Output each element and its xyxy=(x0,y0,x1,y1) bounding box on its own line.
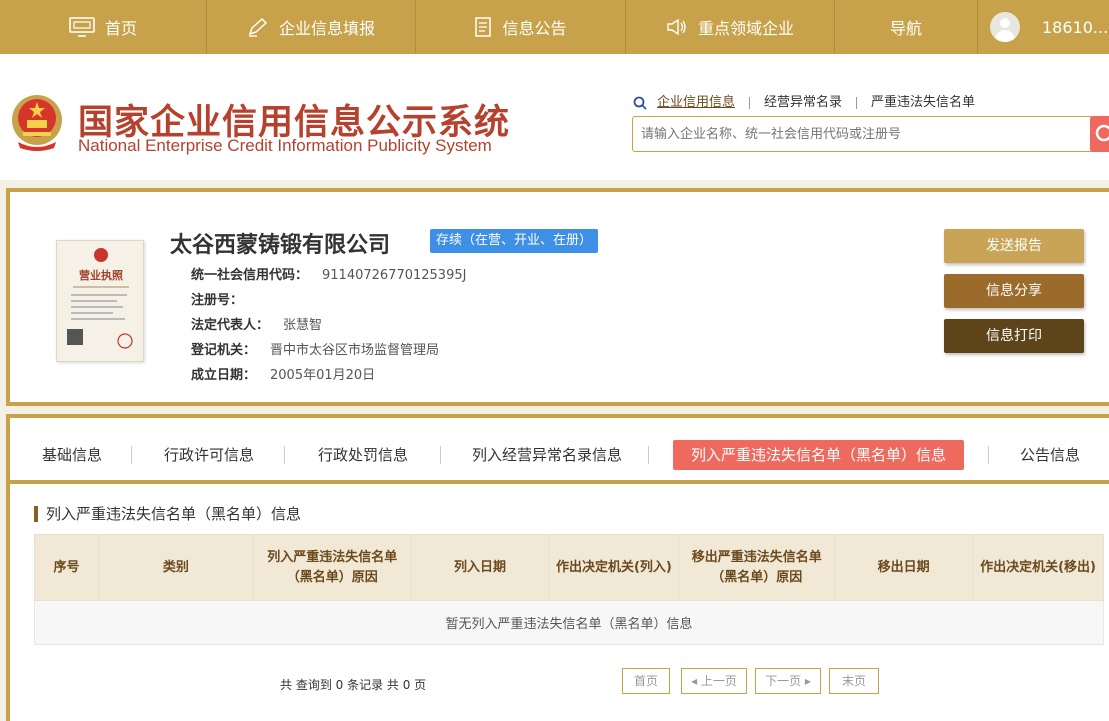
pager-next-button[interactable]: 下一页 ▸ xyxy=(755,668,821,694)
nav-home[interactable]: 首页 xyxy=(0,0,207,54)
column-header: 类别 xyxy=(97,534,254,601)
column-header: 作出决定机关(移出) xyxy=(972,534,1104,601)
avatar xyxy=(990,12,1020,42)
info-tabbar: 基础信息 行政许可信息 行政处罚信息 列入经营异常名录信息 列入严重违法失信名单… xyxy=(10,418,1109,484)
tab-divider xyxy=(131,446,132,464)
nav-navigation-label: 导航 xyxy=(889,19,922,38)
column-header: 列入日期 xyxy=(410,534,550,601)
column-header: 移出严重违法失信名单（黑名单）原因 xyxy=(678,534,836,601)
send-report-button[interactable]: 发送报告 xyxy=(944,229,1084,263)
search-input[interactable] xyxy=(632,116,1109,152)
pen-icon xyxy=(247,17,269,37)
search-type-tabs: 企业信用信息 经营异常名录 严重违法失信名单 xyxy=(633,96,989,110)
info-established-date: 成立日期： 2005年01月20日 xyxy=(191,368,376,383)
tab-admin-license[interactable]: 行政许可信息 xyxy=(164,440,254,470)
section-title: 列入严重违法失信名单（黑名单）信息 xyxy=(34,506,301,522)
search-button-icon xyxy=(1095,124,1109,142)
user-menu[interactable]: 18610... xyxy=(978,0,1109,54)
speaker-icon xyxy=(666,18,688,36)
nav-enterprise-fill-label: 企业信息填报 xyxy=(278,19,375,38)
business-license-image: 营业执照 xyxy=(56,240,144,362)
tab-admin-penalty[interactable]: 行政处罚信息 xyxy=(318,440,408,470)
nav-enterprise-fill[interactable]: 企业信息填报 xyxy=(207,0,416,54)
info-registration-authority: 登记机关： 晋中市太谷区市场监督管理局 xyxy=(191,343,440,358)
chevron-right-icon: ▸ xyxy=(804,674,811,688)
blacklist-table: 序号 类别 列入严重违法失信名单（黑名单）原因 列入日期 作出决定机关(列入) … xyxy=(34,534,1104,645)
nav-announcement[interactable]: 信息公告 xyxy=(416,0,626,54)
site-title-english: National Enterprise Credit Information P… xyxy=(78,136,492,155)
status-badge: 存续（在营、开业、在册） xyxy=(430,229,599,253)
pager-prev-button[interactable]: ◂ 上一页 xyxy=(681,668,747,694)
nav-key-enterprise[interactable]: 重点领域企业 xyxy=(626,0,835,54)
tab-divider xyxy=(284,446,285,464)
tab-divider xyxy=(648,446,649,464)
document-icon xyxy=(474,17,492,37)
tab-basic-info[interactable]: 基础信息 xyxy=(42,440,102,470)
column-header: 列入严重违法失信名单（黑名单）原因 xyxy=(252,534,412,601)
search-tab-abnormal[interactable]: 经营异常名录 xyxy=(749,96,856,109)
pager-first-button[interactable]: 首页 xyxy=(622,668,670,694)
empty-message: 暂无列入严重违法失信名单（黑名单）信息 xyxy=(34,600,1104,645)
nav-key-enterprise-label: 重点领域企业 xyxy=(697,19,794,38)
chevron-left-icon: ◂ xyxy=(691,674,698,688)
tab-abnormal-list[interactable]: 列入经营异常名录信息 xyxy=(472,440,622,470)
tab-blacklist[interactable]: 列入严重违法失信名单（黑名单）信息 xyxy=(673,440,965,470)
share-info-button[interactable]: 信息分享 xyxy=(944,274,1084,308)
records-count: 共 查询到 0 条记录 共 0 页 xyxy=(280,678,427,692)
tab-divider xyxy=(988,446,989,464)
search-tab-blacklist[interactable]: 严重违法失信名单 xyxy=(856,96,989,109)
site-header: 国家企业信用信息公示系统 National Enterprise Credit … xyxy=(0,54,1109,180)
tab-announcements[interactable]: 公告信息 xyxy=(1020,440,1080,470)
nav-navigation[interactable]: 导航 xyxy=(835,0,978,54)
national-emblem-icon xyxy=(12,95,62,151)
nav-announcement-label: 信息公告 xyxy=(502,19,567,38)
info-registration-number: 注册号： xyxy=(191,293,244,308)
table-row: 暂无列入严重违法失信名单（黑名单）信息 xyxy=(34,600,1104,645)
company-name: 太谷西蒙铸锻有限公司 xyxy=(170,233,391,258)
print-info-button[interactable]: 信息打印 xyxy=(944,319,1084,353)
search-icon xyxy=(633,96,647,110)
nav-home-label: 首页 xyxy=(104,19,137,38)
column-header: 序号 xyxy=(34,534,99,601)
info-panel: 基础信息 行政许可信息 行政处罚信息 列入经营异常名录信息 列入严重违法失信名单… xyxy=(6,414,1109,721)
info-credit-code: 统一社会信用代码： 91140726770125395J xyxy=(191,268,467,283)
column-header: 移出日期 xyxy=(834,534,974,601)
company-card: 营业执照 太谷西蒙铸锻有限公司 存续（在营、开业、在册） 统一社会信用代码： 91… xyxy=(6,188,1109,406)
license-title: 营业执照 xyxy=(79,268,123,282)
user-phone: 18610... xyxy=(1042,17,1109,37)
pager-last-button[interactable]: 末页 xyxy=(829,668,879,694)
tab-divider xyxy=(440,446,441,464)
search-button[interactable] xyxy=(1090,116,1109,152)
info-legal-rep: 法定代表人： 张慧智 xyxy=(191,318,323,333)
search-tab-credit[interactable]: 企业信用信息 xyxy=(651,96,749,109)
monitor-icon xyxy=(69,17,95,37)
column-header: 作出决定机关(列入) xyxy=(548,534,680,601)
top-nav: 首页 企业信息填报 信息公告 重点领域企业 导航 18610... xyxy=(0,0,1109,54)
